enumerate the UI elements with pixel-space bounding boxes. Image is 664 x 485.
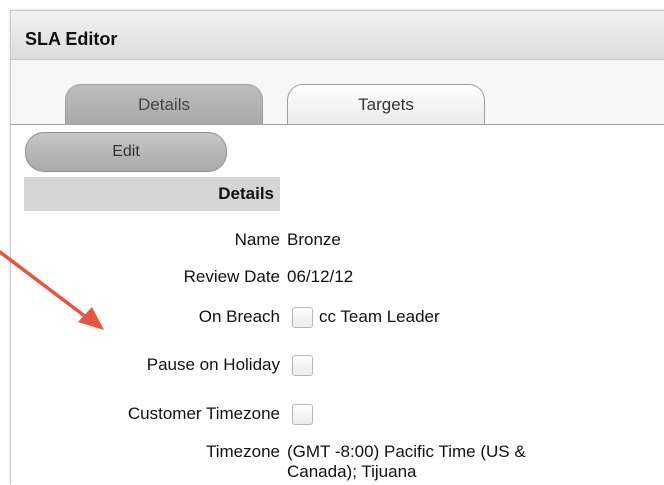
name-label: Name bbox=[234, 230, 280, 249]
on-breach-value: cc Team Leader bbox=[292, 307, 440, 329]
customer-timezone-label: Customer Timezone bbox=[127, 404, 280, 423]
customer-timezone-checkbox[interactable] bbox=[292, 404, 313, 425]
annotation-arrow-icon bbox=[0, 250, 104, 330]
timezone-value-line1: (GMT -8:00) Pacific Time (US & bbox=[287, 442, 526, 461]
tab-strip: Details Targets bbox=[11, 60, 664, 125]
cc-team-leader-checkbox[interactable] bbox=[292, 307, 313, 329]
cc-team-leader-label: cc Team Leader bbox=[319, 307, 440, 326]
pause-on-holiday-label: Pause on Holiday bbox=[146, 355, 280, 374]
review-date-value: 06/12/12 bbox=[287, 267, 354, 286]
review-date-label: Review Date bbox=[183, 267, 280, 286]
edit-button[interactable]: Edit bbox=[25, 132, 227, 172]
tab-targets[interactable]: Targets bbox=[287, 84, 485, 125]
section-header-details: Details bbox=[24, 177, 280, 211]
tab-details[interactable]: Details bbox=[65, 84, 263, 125]
timezone-value-line2: Canada); Tijuana bbox=[287, 462, 417, 481]
on-breach-label: On Breach bbox=[198, 307, 280, 326]
timezone-value: (GMT -8:00) Pacific Time (US & Canada); … bbox=[287, 442, 526, 482]
pause-on-holiday-checkbox[interactable] bbox=[292, 355, 313, 376]
name-value: Bronze bbox=[287, 230, 341, 249]
window-title: SLA Editor bbox=[25, 29, 118, 49]
timezone-label: Timezone bbox=[205, 442, 280, 461]
sla-editor-window: SLA Editor Details Targets Edit Details … bbox=[10, 10, 664, 485]
window-titlebar: SLA Editor bbox=[11, 11, 664, 60]
